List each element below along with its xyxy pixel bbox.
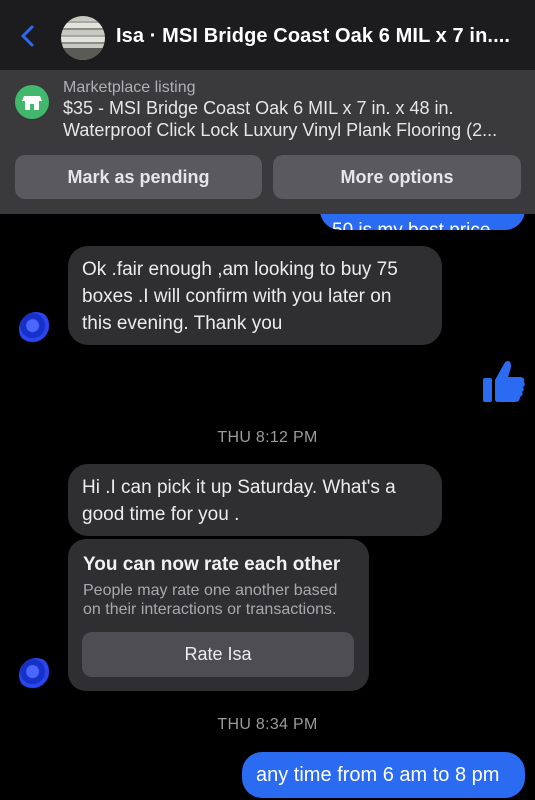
rating-card-body: People may rate one another based on the… [83, 581, 363, 619]
listing-description-line: $35 - MSI Bridge Coast Oak 6 MIL x 7 in.… [63, 98, 454, 118]
message-text: any time from 6 am to 8 pm [256, 764, 500, 786]
avatar[interactable] [19, 312, 53, 346]
avatar[interactable] [19, 658, 53, 692]
rating-card: You can now rate each other People may r… [68, 539, 369, 691]
listing-description[interactable]: $35 - MSI Bridge Coast Oak 6 MIL x 7 in.… [63, 97, 523, 141]
message-line: boxes .I will confirm with you later on [82, 286, 392, 307]
more-options-button[interactable]: More options [273, 155, 521, 199]
incoming-message[interactable]: Hi .I can pick it up Saturday. What's a … [68, 464, 442, 536]
rating-card-body-line: on their interactions or transactions. [83, 601, 337, 618]
listing-description-line: Waterproof Click Lock Luxury Vinyl Plank… [63, 120, 498, 140]
rating-card-title: You can now rate each other [83, 554, 341, 575]
timestamp: THU 8:12 PM [217, 429, 318, 446]
timestamp: THU 8:34 PM [217, 716, 318, 733]
outgoing-message[interactable]: any time from 6 am to 8 pm [242, 752, 525, 798]
chevron-left-icon[interactable] [14, 22, 42, 50]
rate-user-button[interactable]: Rate Isa [82, 632, 354, 677]
message-line: Hi .I can pick it up Saturday. What's a [82, 477, 396, 498]
conversation-header: Isa · MSI Bridge Coast Oak 6 MIL x 7 in.… [0, 0, 535, 70]
conversation-title[interactable]: Isa · MSI Bridge Coast Oak 6 MIL x 7 in.… [116, 25, 526, 48]
store-icon [15, 85, 49, 119]
listing-label: Marketplace listing [63, 79, 196, 96]
listing-thumbnail[interactable] [61, 16, 105, 60]
incoming-message[interactable]: Ok .fair enough ,am looking to buy 75 bo… [68, 246, 442, 345]
message-line: Ok .fair enough ,am looking to buy 75 [82, 259, 398, 280]
rating-card-body-line: People may rate one another based [83, 582, 338, 599]
message-line: this evening. Thank you [82, 313, 283, 334]
thumbs-up-icon[interactable] [482, 358, 526, 404]
mark-as-pending-button[interactable]: Mark as pending [15, 155, 262, 199]
message-line: good time for you . [82, 504, 240, 525]
message-text: 50 is my best price [332, 217, 490, 230]
